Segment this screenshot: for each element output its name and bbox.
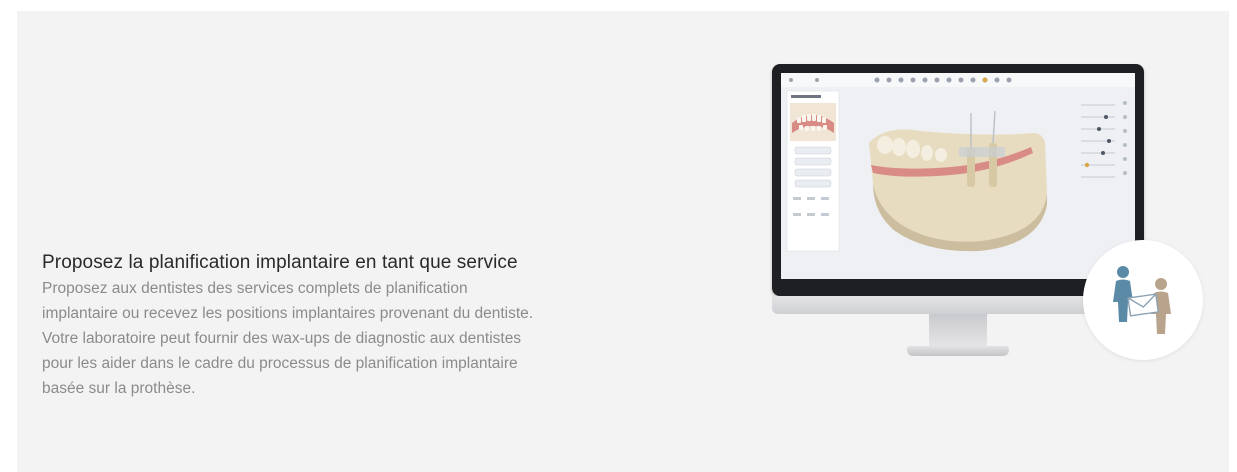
monitor-base [907,346,1009,356]
software-screenshot [781,73,1135,279]
people-exchange-icon [1113,266,1171,334]
description-line: pour les aider dans le cadre du processu… [42,355,518,372]
feature-text: Proposez la planification implantaire en… [42,250,742,401]
feature-title: Proposez la planification implantaire en… [42,252,518,273]
monitor-stand [929,314,987,348]
description-line: basée sur la prothèse. [42,380,196,397]
service-badge [1083,240,1203,360]
feature-description: Proposez aux dentistes des services comp… [42,276,742,401]
dental-planning-software-image [781,73,1135,252]
description-line: Votre laboratoire peut fournir des wax-u… [42,330,522,347]
description-line: implantaire ou recevez les positions imp… [42,305,534,322]
description-line: Proposez aux dentistes des services comp… [42,280,468,297]
